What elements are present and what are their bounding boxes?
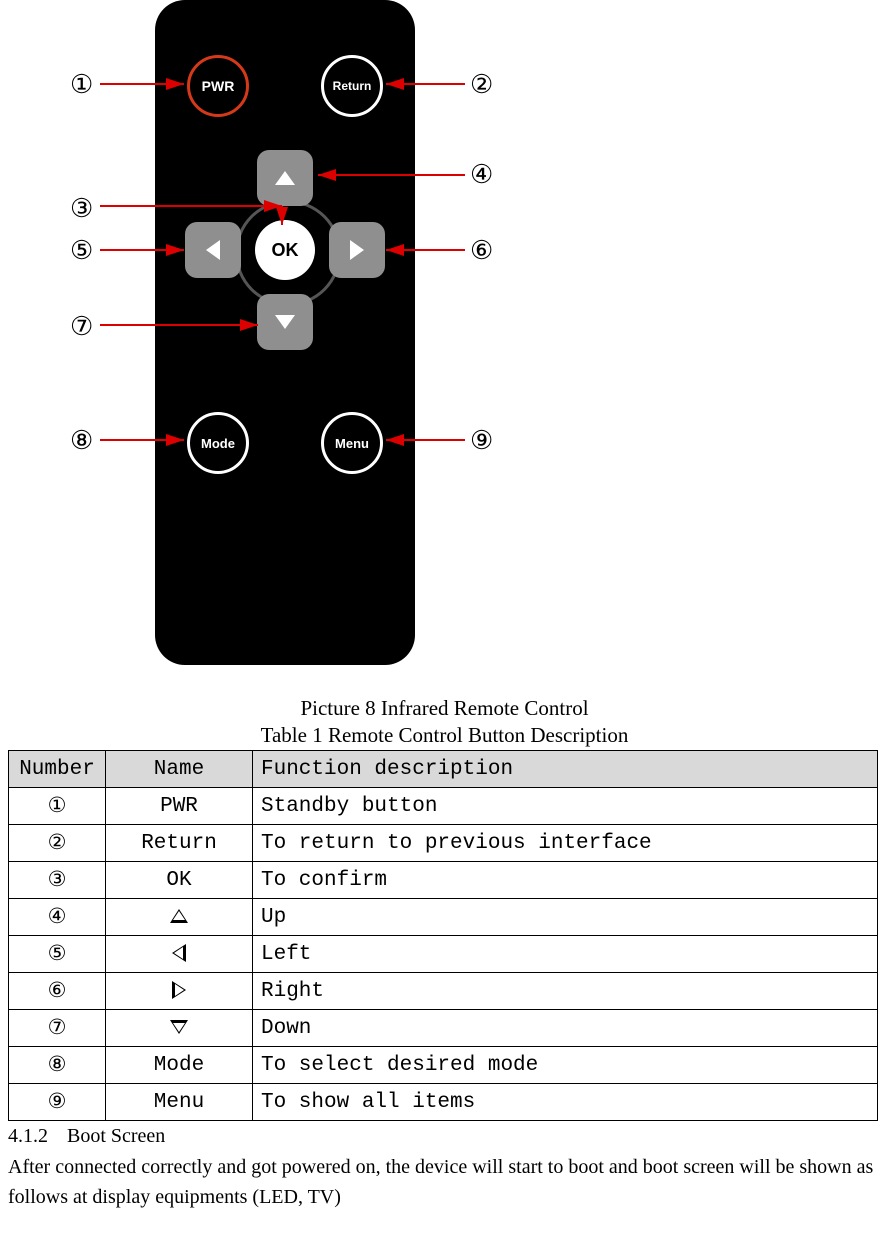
table-row: ⑤ Left [9, 936, 878, 973]
dpad-left-button [185, 222, 241, 278]
cell-name: OK [106, 862, 253, 899]
table-caption: Table 1 Remote Control Button Descriptio… [0, 723, 889, 748]
dpad-up-button [257, 150, 313, 206]
cell-name [106, 936, 253, 973]
cell-name: Menu [106, 1084, 253, 1121]
mode-label: Mode [201, 436, 235, 451]
cell-desc: Right [253, 973, 878, 1010]
cell-desc: To show all items [253, 1084, 878, 1121]
callouts: ① ② ③ ④ ⑤ ⑥ ⑦ ⑧ ⑨ [0, 0, 889, 690]
button-description-table: Number Name Function description ①PWRSta… [8, 750, 878, 1121]
ok-button: OK [255, 220, 315, 280]
cell-number: ⑧ [9, 1047, 106, 1084]
table-row: ⑨MenuTo show all items [9, 1084, 878, 1121]
col-number: Number [9, 751, 106, 788]
cell-number: ⑤ [9, 936, 106, 973]
dpad-down-button [257, 294, 313, 350]
dpad: OK [185, 150, 385, 350]
mode-button: Mode [187, 412, 249, 474]
callout-2: ② [470, 70, 493, 100]
section-heading: 4.1.2 Boot Screen [8, 1125, 881, 1148]
right-triangle-icon [172, 981, 186, 999]
callout-5: ⑤ [70, 236, 93, 266]
picture-caption: Picture 8 Infrared Remote Control [0, 696, 889, 721]
callout-3: ③ [70, 194, 93, 224]
table-row: ③OKTo confirm [9, 862, 878, 899]
remote-diagram: PWR Return OK Mode Menu [0, 0, 889, 690]
table-row: ⑧ModeTo select desired mode [9, 1047, 878, 1084]
callout-8: ⑧ [70, 426, 93, 456]
callout-1: ① [70, 70, 93, 100]
cell-desc: To return to previous interface [253, 825, 878, 862]
ok-label: OK [272, 240, 299, 261]
up-icon [275, 171, 295, 185]
cell-number: ④ [9, 899, 106, 936]
table-row: ⑦ Down [9, 1010, 878, 1047]
cell-name [106, 1010, 253, 1047]
callout-6: ⑥ [470, 236, 493, 266]
col-desc: Function description [253, 751, 878, 788]
down-icon [275, 315, 295, 329]
pwr-button: PWR [187, 55, 249, 117]
cell-number: ⑥ [9, 973, 106, 1010]
cell-number: ① [9, 788, 106, 825]
cell-desc: Down [253, 1010, 878, 1047]
cell-name: PWR [106, 788, 253, 825]
callout-4: ④ [470, 160, 493, 190]
cell-number: ② [9, 825, 106, 862]
remote-body: PWR Return OK Mode Menu [155, 0, 415, 665]
cell-desc: Left [253, 936, 878, 973]
dpad-right-button [329, 222, 385, 278]
return-button: Return [321, 55, 383, 117]
cell-number: ⑦ [9, 1010, 106, 1047]
cell-name: Mode [106, 1047, 253, 1084]
down-triangle-icon [170, 1020, 188, 1034]
col-name: Name [106, 751, 253, 788]
up-triangle-icon [170, 909, 188, 923]
cell-name [106, 973, 253, 1010]
cell-name [106, 899, 253, 936]
cell-desc: To confirm [253, 862, 878, 899]
section-title: Boot Screen [67, 1125, 165, 1147]
table-row: ①PWRStandby button [9, 788, 878, 825]
callout-7: ⑦ [70, 312, 93, 342]
cell-desc: To select desired mode [253, 1047, 878, 1084]
left-triangle-icon [172, 944, 186, 962]
table-row: ②ReturnTo return to previous interface [9, 825, 878, 862]
callout-9: ⑨ [470, 426, 493, 456]
cell-number: ⑨ [9, 1084, 106, 1121]
cell-desc: Standby button [253, 788, 878, 825]
table-header-row: Number Name Function description [9, 751, 878, 788]
cell-number: ③ [9, 862, 106, 899]
callout-arrows [0, 0, 889, 690]
return-label: Return [333, 79, 372, 93]
cell-name: Return [106, 825, 253, 862]
left-icon [206, 240, 220, 260]
table-row: ④ Up [9, 899, 878, 936]
table-row: ⑥ Right [9, 973, 878, 1010]
pwr-label: PWR [202, 78, 235, 94]
menu-button: Menu [321, 412, 383, 474]
right-icon [350, 240, 364, 260]
section-paragraph: After connected correctly and got powere… [8, 1152, 881, 1212]
section-number: 4.1.2 [8, 1125, 62, 1148]
menu-label: Menu [335, 436, 369, 451]
cell-desc: Up [253, 899, 878, 936]
